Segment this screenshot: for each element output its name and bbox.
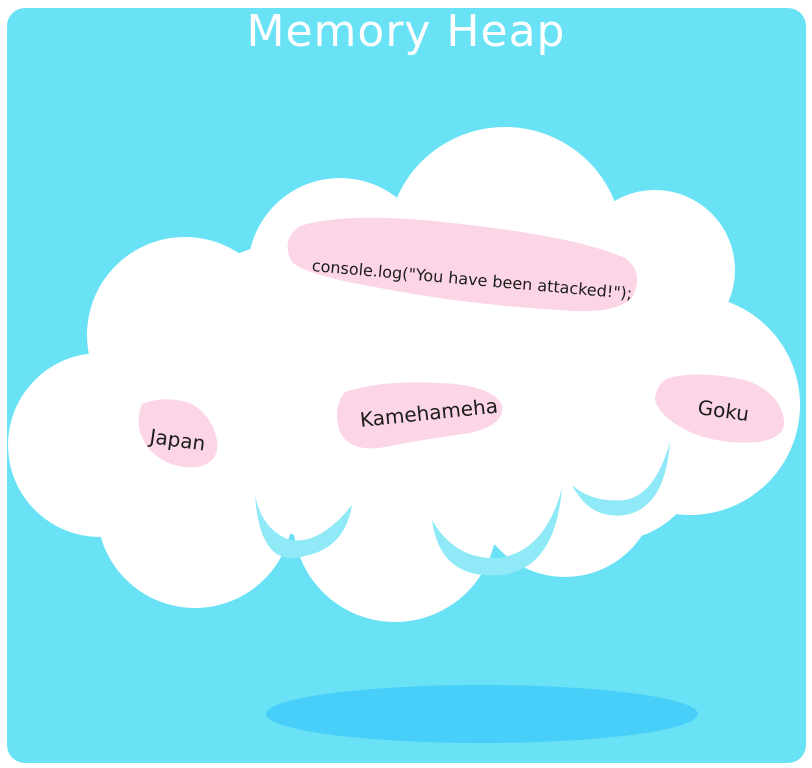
cloud-shadow [266, 685, 698, 743]
page-title: Memory Heap [246, 6, 566, 57]
memory-heap-illustration [8, 127, 800, 743]
cloud [8, 127, 800, 622]
